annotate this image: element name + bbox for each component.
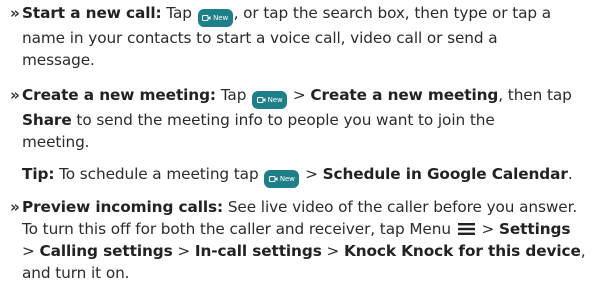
text-span: , [580,242,586,260]
list-item-preview-incoming-calls: » Preview incoming calls: See live video… [10,196,615,284]
bold-term: Calling settings [39,242,173,260]
new-button: New [197,9,233,27]
menu-icon [457,223,475,235]
tip-note: Tip: To schedule a meeting tap New > Sch… [22,163,615,188]
text-span: See live video of the caller before you … [227,198,578,216]
text-span: , or tap the search box, then type or ta… [233,4,552,22]
text-line: To turn this off for both the caller and… [22,218,615,240]
text-span: > [326,242,340,260]
bullet: » [10,86,20,104]
bold-term: Share [22,111,72,129]
bold-term: Create a new meeting [310,86,499,104]
item-title: Preview incoming calls: [22,198,224,216]
video-camera-icon [268,176,278,182]
text-span: To schedule a meeting tap [59,165,259,183]
item-title: Start a new call: [22,4,162,22]
text-line: name in your contacts to start a voice c… [22,29,498,47]
video-camera-icon [202,15,211,21]
text-line: Start a new call: Tap New , or tap the s… [22,2,615,27]
text-line: > Calling settings > In-call settings > … [22,240,615,262]
list-item-create-new-meeting: » Create a new meeting: Tap New > Create… [10,84,615,153]
video-camera-icon [256,97,266,103]
text-span: to send the meeting info to people you w… [76,111,495,129]
text-span: > [22,242,35,260]
text-span: Tap [166,4,192,22]
new-button: New [264,170,300,188]
new-button-label: New [279,174,295,183]
text-line: message. [22,51,95,69]
bold-term: In-call settings [194,242,322,260]
help-document: » Start a new call: Tap New , or tap the… [0,0,615,286]
text-line: Create a new meeting: Tap New > Create a… [22,84,615,109]
bold-term: Settings [498,220,571,238]
text-span: > [292,86,306,104]
text-line: and turn it on. [22,264,130,282]
text-span: > [481,220,495,238]
item-title: Create a new meeting: [22,86,216,104]
bold-term: Knock Knock for this device [343,242,581,260]
bullet: » [10,198,20,216]
tip-label: Tip: [22,165,55,183]
new-button-label: New [267,95,283,104]
text-line: Preview incoming calls: See live video o… [22,196,615,218]
list-item-start-new-call: » Start a new call: Tap New , or tap the… [10,2,615,71]
text-span: > [177,242,191,260]
new-button-label: New [213,13,229,22]
new-button: New [252,91,288,109]
text-line: Tip: To schedule a meeting tap New > Sch… [22,163,615,188]
text-span: . [567,165,573,183]
text-span: > [305,165,318,183]
text-line: Share to send the meeting info to people… [22,109,615,131]
text-span: Tap [220,86,247,104]
text-line: meeting. [22,133,90,151]
bullet: » [10,4,20,22]
bold-term: Schedule in Google Calendar [322,165,568,183]
text-span: To turn this off for both the caller and… [22,220,451,238]
text-span: , then tap [498,86,572,104]
